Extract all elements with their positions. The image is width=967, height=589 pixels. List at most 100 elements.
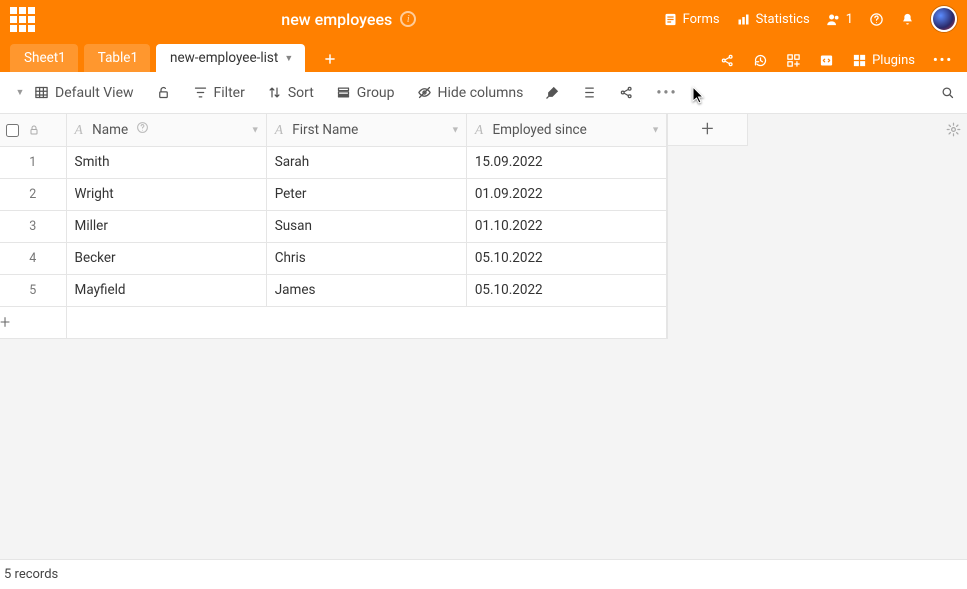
tab-table1[interactable]: Table1 bbox=[84, 44, 150, 72]
chevron-down-icon[interactable]: ▼ bbox=[284, 53, 293, 64]
sort-button[interactable]: Sort bbox=[267, 85, 314, 101]
tab-label: new-employee-list bbox=[170, 50, 278, 66]
cell[interactable]: Chris bbox=[266, 242, 466, 274]
code-icon bbox=[819, 53, 834, 68]
tables-tab-bar: Sheet1 Table1 new-employee-list ▼ Plugin… bbox=[0, 38, 967, 72]
cell[interactable]: Sarah bbox=[266, 146, 466, 178]
statistics-icon bbox=[736, 12, 751, 27]
collaborators-icon bbox=[826, 12, 841, 27]
group-label: Group bbox=[357, 85, 395, 101]
table-row[interactable]: 3MillerSusan01.10.2022 bbox=[0, 210, 667, 242]
lock-icon[interactable] bbox=[28, 124, 40, 136]
toolbar-more-button[interactable]: ••• bbox=[656, 85, 677, 101]
history-button[interactable] bbox=[753, 53, 768, 68]
cell[interactable]: Mayfield bbox=[66, 274, 266, 306]
cell[interactable]: Becker bbox=[66, 242, 266, 274]
statistics-button[interactable]: Statistics bbox=[736, 12, 810, 27]
collaborators-button[interactable]: 1 bbox=[826, 12, 853, 27]
scripts-button[interactable] bbox=[819, 53, 834, 68]
column-menu-button[interactable]: ▼ bbox=[651, 124, 660, 135]
cell[interactable]: 01.10.2022 bbox=[466, 210, 666, 242]
select-all-header bbox=[0, 114, 66, 146]
cell[interactable]: James bbox=[266, 274, 466, 306]
filter-button[interactable]: Filter bbox=[193, 85, 245, 101]
row-height-button[interactable] bbox=[582, 85, 597, 100]
plugins-button[interactable]: Plugins bbox=[852, 53, 915, 68]
add-row-button[interactable]: + bbox=[0, 306, 66, 338]
cell[interactable]: Miller bbox=[66, 210, 266, 242]
sort-label: Sort bbox=[288, 85, 314, 101]
cell[interactable]: 15.09.2022 bbox=[466, 146, 666, 178]
format-paint-button[interactable] bbox=[545, 85, 560, 100]
cell[interactable]: Susan bbox=[266, 210, 466, 242]
cell[interactable]: Wright bbox=[66, 178, 266, 210]
cell[interactable]: 01.09.2022 bbox=[466, 178, 666, 210]
cell[interactable]: Smith bbox=[66, 146, 266, 178]
data-table: A Name ▼ A First Name ▼ A Emplo bbox=[0, 114, 667, 339]
tab-sheet1[interactable]: Sheet1 bbox=[10, 44, 78, 72]
group-button[interactable]: Group bbox=[336, 85, 395, 101]
column-menu-button[interactable]: ▼ bbox=[251, 124, 260, 135]
history-icon bbox=[753, 53, 768, 68]
more-menu-button[interactable]: ••• bbox=[933, 53, 953, 68]
table-row[interactable]: 4BeckerChris05.10.2022 bbox=[0, 242, 667, 274]
sort-icon bbox=[267, 85, 282, 100]
column-header-employed-since[interactable]: A Employed since ▼ bbox=[466, 114, 666, 146]
select-all-checkbox[interactable] bbox=[6, 124, 19, 137]
row-number[interactable]: 1 bbox=[0, 146, 66, 178]
row-number[interactable]: 5 bbox=[0, 274, 66, 306]
add-column-button[interactable]: + bbox=[668, 114, 748, 146]
eye-off-icon bbox=[417, 85, 432, 100]
forms-button[interactable]: Forms bbox=[663, 12, 720, 27]
column-header-first-name[interactable]: A First Name ▼ bbox=[266, 114, 466, 146]
app-header: new employees i Forms Statistics 1 bbox=[0, 0, 967, 38]
column-menu-button[interactable]: ▼ bbox=[451, 124, 460, 135]
help-icon bbox=[869, 12, 884, 27]
column-header-name[interactable]: A Name ▼ bbox=[66, 114, 266, 146]
forms-label: Forms bbox=[683, 12, 720, 27]
notifications-button[interactable] bbox=[900, 12, 915, 27]
grid-blank-area bbox=[668, 146, 967, 559]
unlock-icon bbox=[156, 85, 171, 100]
help-button[interactable] bbox=[869, 12, 884, 27]
grid-view-icon bbox=[34, 85, 49, 100]
share-button[interactable] bbox=[720, 53, 735, 68]
tab-new-employee-list[interactable]: new-employee-list ▼ bbox=[156, 44, 305, 72]
add-table-button[interactable] bbox=[317, 46, 343, 72]
plugins-label: Plugins bbox=[872, 53, 915, 68]
column-hint-icon[interactable] bbox=[136, 122, 149, 138]
table-row[interactable]: 5MayfieldJames05.10.2022 bbox=[0, 274, 667, 306]
row-number[interactable]: 2 bbox=[0, 178, 66, 210]
column-settings-button[interactable] bbox=[946, 122, 961, 141]
group-icon bbox=[336, 85, 351, 100]
info-icon[interactable]: i bbox=[400, 11, 416, 27]
share-view-button[interactable] bbox=[619, 85, 634, 100]
new-row-area[interactable] bbox=[66, 306, 666, 338]
row-number[interactable]: 3 bbox=[0, 210, 66, 242]
automations-button[interactable] bbox=[786, 53, 801, 68]
share-icon bbox=[619, 85, 634, 100]
user-avatar[interactable] bbox=[931, 6, 957, 32]
cell[interactable]: Peter bbox=[266, 178, 466, 210]
table-row[interactable]: 1SmithSarah15.09.2022 bbox=[0, 146, 667, 178]
base-title[interactable]: new employees bbox=[281, 10, 392, 29]
share-icon bbox=[720, 53, 735, 68]
view-switcher[interactable]: ▼ Default View bbox=[12, 85, 134, 101]
paint-icon bbox=[545, 85, 560, 100]
view-name: Default View bbox=[55, 85, 134, 101]
lock-view-button[interactable] bbox=[156, 85, 171, 100]
cell[interactable]: 05.10.2022 bbox=[466, 242, 666, 274]
chevron-down-icon: ▼ bbox=[12, 85, 28, 101]
column-label: First Name bbox=[292, 122, 358, 138]
text-type-icon: A bbox=[475, 122, 483, 138]
status-bar: 5 records bbox=[0, 559, 967, 589]
apps-menu-icon[interactable] bbox=[10, 7, 35, 32]
search-button[interactable] bbox=[940, 85, 955, 100]
table-row[interactable]: 2WrightPeter01.09.2022 bbox=[0, 178, 667, 210]
automation-icon bbox=[786, 53, 801, 68]
grid-area: A Name ▼ A First Name ▼ A Emplo bbox=[0, 114, 967, 559]
row-number[interactable]: 4 bbox=[0, 242, 66, 274]
plus-icon bbox=[323, 52, 337, 66]
hide-columns-button[interactable]: Hide columns bbox=[417, 85, 524, 101]
cell[interactable]: 05.10.2022 bbox=[466, 274, 666, 306]
